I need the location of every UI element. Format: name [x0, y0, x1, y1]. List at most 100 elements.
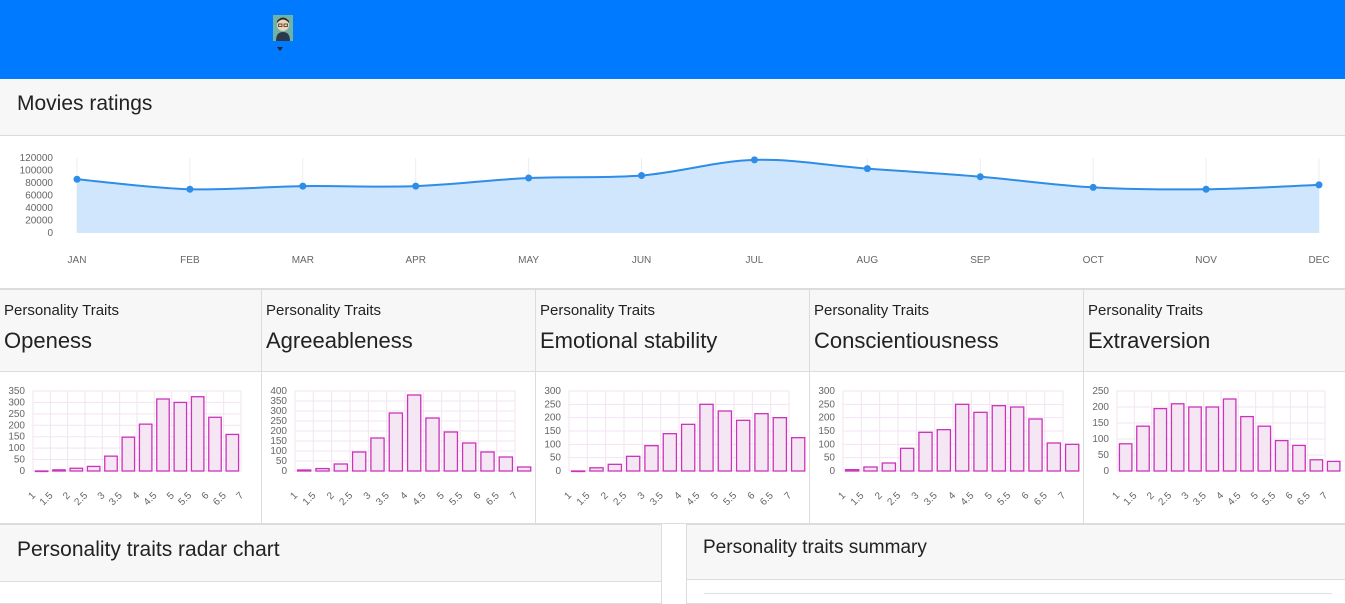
x-tick-label: 7 [508, 490, 520, 502]
histogram-bar [1170, 403, 1185, 472]
x-tick-label: 1.5 [849, 490, 867, 508]
x-tick-label: 2 [599, 490, 611, 502]
x-tick-label: 6.5 [1032, 490, 1050, 508]
histogram-bar [1274, 439, 1289, 472]
trait-card-header: Personality Traits Emotional stability [536, 290, 809, 372]
y-tick-label: 150 [544, 426, 561, 437]
summary-divider [704, 593, 1332, 594]
histogram-bar [480, 451, 495, 472]
area-fill [77, 159, 1319, 233]
x-tick-label: 4 [398, 490, 410, 502]
data-point[interactable] [750, 156, 758, 164]
histogram-bar [461, 442, 477, 472]
histogram-bar [844, 469, 860, 472]
y-tick-label: 50 [550, 453, 562, 464]
x-tick-label: 6.5 [211, 490, 229, 508]
trait-subtitle: Personality Traits [266, 302, 382, 319]
trait-card: Personality Traits Conscientiousness 300 25… [809, 289, 1084, 524]
histogram-bar [86, 465, 101, 472]
y-tick-label: 100 [818, 439, 835, 450]
top-navbar [0, 0, 1345, 79]
histogram-bar [1064, 443, 1080, 472]
x-tick-label: NOV [1195, 255, 1217, 266]
data-point[interactable] [299, 182, 307, 190]
histogram-bar [790, 437, 806, 472]
x-tick-label: 1.5 [1122, 490, 1140, 508]
histogram-bar [315, 467, 330, 472]
y-tick-label: 20000 [25, 216, 53, 227]
histogram-bar [104, 455, 118, 472]
histogram-bar [333, 463, 349, 472]
trait-name: Agreeableness [266, 328, 413, 353]
data-point[interactable] [1089, 183, 1097, 191]
histogram-bar [406, 394, 422, 472]
data-point[interactable] [1315, 181, 1323, 189]
data-point[interactable] [638, 172, 646, 179]
histogram-bar [1222, 398, 1237, 472]
x-tick-label: APR [405, 255, 426, 266]
histogram-bar [699, 403, 714, 472]
x-tick-label: 5.5 [1261, 490, 1279, 508]
x-tick-label: 2.5 [73, 490, 91, 508]
trait-subtitle: Personality Traits [540, 302, 656, 319]
x-tick-label: 1 [562, 490, 574, 502]
data-point[interactable] [1202, 185, 1210, 193]
histogram-bar [1118, 443, 1133, 472]
trait-card-header: Personality Traits Agreeableness [262, 290, 535, 372]
y-tick-label: 250 [1092, 386, 1109, 397]
y-tick-label: 150 [8, 432, 25, 443]
histogram-bar [1153, 407, 1168, 472]
trait-histogram: 300 250 200 150 100 50 0 1 1.5 2 2.5 3 3.5 4 4.5 5 5.5 6 6… [544, 386, 806, 508]
histogram-bar [973, 411, 988, 472]
histogram-bar [717, 410, 733, 472]
caret-down-icon[interactable] [277, 47, 283, 51]
y-tick-label: 100 [8, 443, 25, 454]
histogram-bar [52, 469, 66, 472]
x-tick-label: 3.5 [922, 490, 940, 508]
histogram-bar [954, 403, 970, 472]
histogram-bar [735, 419, 751, 472]
data-point[interactable] [186, 185, 194, 193]
x-tick-label: 5.5 [722, 490, 740, 508]
trait-name: Conscientiousness [814, 328, 999, 353]
trait-card-header: Personality Traits Conscientiousness [810, 290, 1083, 372]
x-tick-label: MAR [292, 255, 314, 266]
x-tick-label: 4.5 [685, 490, 703, 508]
y-tick-label: 250 [8, 409, 25, 420]
x-tick-label: AUG [857, 255, 879, 266]
x-tick-label: 3.5 [1191, 490, 1209, 508]
y-tick-label: 100000 [20, 166, 54, 177]
x-tick-label: 1.5 [301, 490, 319, 508]
data-point[interactable] [863, 165, 871, 173]
data-point[interactable] [73, 175, 81, 183]
histogram-bar [899, 447, 915, 472]
trait-card-header: Personality Traits Extraversion [1084, 290, 1345, 372]
histogram-bar [1205, 406, 1220, 472]
y-tick-label: 60000 [25, 191, 53, 202]
x-tick-label: 4.5 [1226, 490, 1244, 508]
movies-ratings-title: Movies ratings [17, 92, 153, 115]
histogram-bar [1257, 425, 1272, 472]
x-tick-label: 3.5 [374, 490, 392, 508]
x-tick-label: 6.5 [1295, 490, 1313, 508]
x-tick-label: JUN [632, 255, 651, 266]
x-tick-label: 5 [435, 490, 447, 502]
y-tick-label: 300 [8, 397, 25, 408]
histogram-bar [34, 470, 49, 473]
x-tick-label: 5.5 [177, 490, 195, 508]
x-tick-label: MAY [518, 255, 539, 266]
y-tick-label: 150 [818, 426, 835, 437]
histogram-bar [1028, 418, 1043, 472]
y-tick-label: 350 [8, 386, 25, 397]
histogram-bar [607, 463, 623, 472]
histogram-bar [190, 396, 205, 472]
x-tick-label: DEC [1308, 255, 1329, 266]
x-tick-label: 2.5 [1157, 490, 1175, 508]
data-point[interactable] [412, 182, 420, 190]
user-avatar-icon[interactable] [273, 15, 293, 41]
data-point[interactable] [976, 173, 984, 181]
y-tick-label: 0 [47, 228, 53, 239]
histogram-bar [370, 437, 385, 472]
data-point[interactable] [525, 174, 533, 182]
y-tick-label: 100 [1092, 434, 1109, 445]
